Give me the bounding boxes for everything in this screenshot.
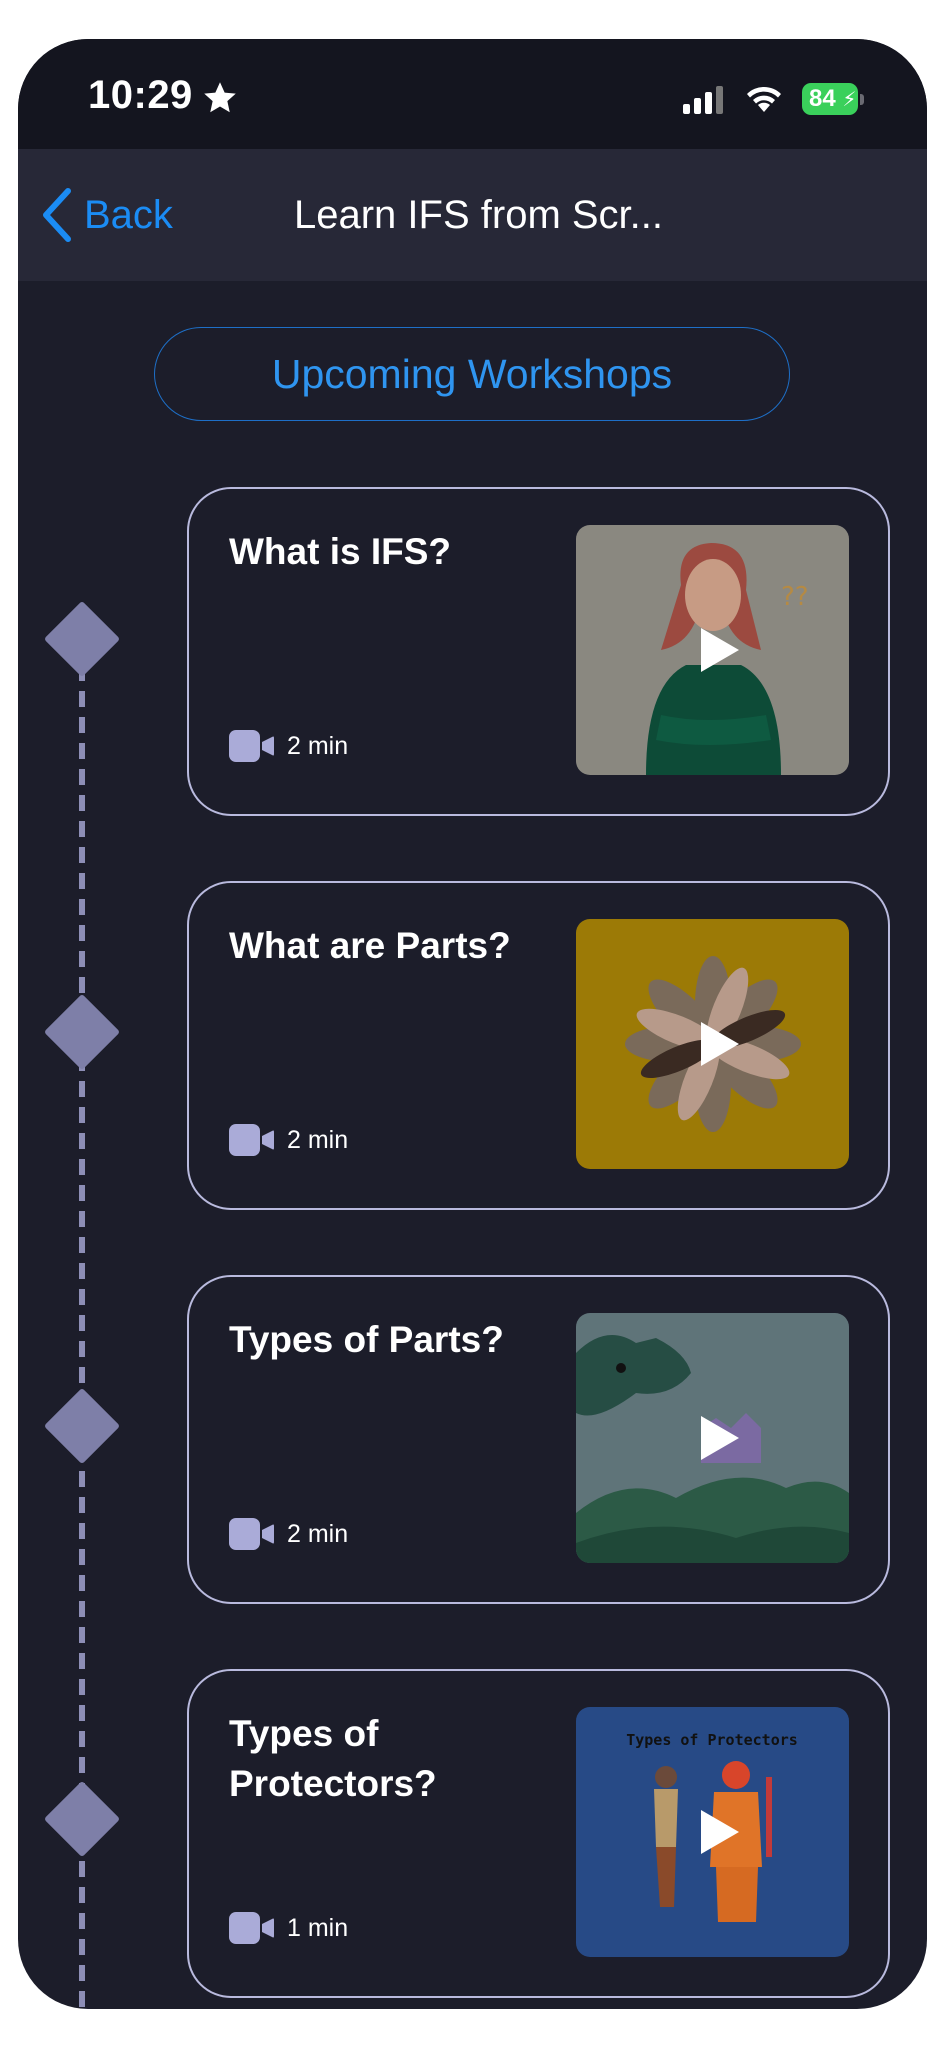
lesson-thumbnail[interactable] — [576, 1313, 849, 1563]
timeline-marker — [43, 1387, 121, 1465]
timeline-marker — [43, 600, 121, 678]
svg-text:??: ?? — [781, 582, 809, 612]
lesson-duration: 2 min — [229, 729, 348, 763]
play-icon[interactable] — [697, 1019, 741, 1069]
video-camera-icon — [229, 730, 275, 762]
lesson-title: Types of Parts? — [229, 1319, 504, 1360]
duration-label: 1 min — [287, 1913, 349, 1942]
play-icon[interactable] — [697, 1807, 741, 1857]
lesson-card[interactable]: What is IFS? 2 min ?? — [187, 487, 890, 816]
page-title: Learn IFS from Scr... — [294, 193, 664, 237]
status-time: 10:29 — [88, 73, 193, 117]
chevron-left-icon[interactable] — [38, 185, 78, 245]
lesson-thumbnail[interactable] — [576, 919, 849, 1169]
play-icon[interactable] — [697, 625, 741, 675]
duration-label: 2 min — [287, 1125, 349, 1154]
lesson-card[interactable]: What are Parts? 2 min — [187, 881, 890, 1210]
thumbnail-caption: Types of Protectors — [626, 1731, 798, 1749]
lesson-card[interactable]: Types of Protectors? 1 min Types of Prot… — [187, 1669, 890, 1998]
timeline-marker — [43, 1780, 121, 1858]
video-camera-icon — [229, 1518, 275, 1550]
duration-label: 2 min — [287, 1519, 349, 1548]
video-camera-icon — [229, 1912, 275, 1944]
star-icon — [204, 82, 236, 113]
video-camera-icon — [229, 1124, 275, 1156]
navigation-bar: Back Learn IFS from Scr... — [18, 149, 927, 281]
lesson-duration: 1 min — [229, 1911, 348, 1945]
lesson-title: What are Parts? — [229, 925, 511, 966]
play-icon[interactable] — [697, 1413, 741, 1463]
battery-cap — [860, 94, 864, 105]
lesson-duration: 2 min — [229, 1123, 348, 1157]
upcoming-workshops-button[interactable]: Upcoming Workshops — [154, 327, 790, 421]
lesson-title: What is IFS? — [229, 531, 451, 572]
phone-screen: 10:29 84 ⚡ Back Learn IFS from Scr... Up… — [18, 39, 927, 2009]
battery-level: 84 — [809, 85, 836, 112]
lesson-title: Types of Protectors? — [229, 1713, 437, 1804]
status-bar: 10:29 84 ⚡ — [18, 39, 927, 149]
lesson-card[interactable]: Types of Parts? 2 min — [187, 1275, 890, 1604]
lesson-thumbnail[interactable]: Types of Protectors — [576, 1707, 849, 1957]
duration-label: 2 min — [287, 731, 349, 760]
back-button[interactable]: Back — [84, 193, 173, 238]
lesson-thumbnail[interactable]: ?? — [576, 525, 849, 775]
lesson-duration: 2 min — [229, 1517, 348, 1551]
cellular-signal-icon — [683, 86, 727, 114]
timeline-marker — [43, 993, 121, 1071]
wifi-icon — [747, 86, 781, 112]
battery-icon: 84 ⚡ — [802, 83, 858, 115]
